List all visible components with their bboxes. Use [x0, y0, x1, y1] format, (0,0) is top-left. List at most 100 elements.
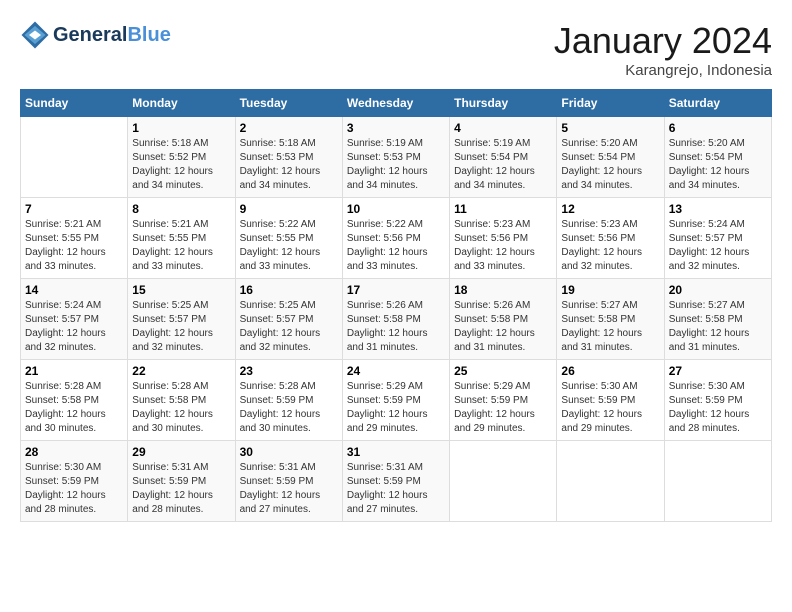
day-number: 11: [454, 202, 552, 216]
weekday-header-wednesday: Wednesday: [342, 90, 449, 117]
weekday-header-tuesday: Tuesday: [235, 90, 342, 117]
day-number: 28: [25, 445, 123, 459]
day-info: Sunrise: 5:28 AM Sunset: 5:59 PM Dayligh…: [240, 380, 338, 436]
day-number: 9: [240, 202, 338, 216]
day-cell: [21, 117, 128, 198]
day-number: 21: [25, 364, 123, 378]
day-number: 29: [132, 445, 230, 459]
title-block: January 2024 Karangrejo, Indonesia: [554, 20, 772, 79]
weekday-header-saturday: Saturday: [664, 90, 771, 117]
day-number: 25: [454, 364, 552, 378]
day-cell: 19 Sunrise: 5:27 AM Sunset: 5:58 PM Dayli…: [557, 279, 664, 360]
day-info: Sunrise: 5:20 AM Sunset: 5:54 PM Dayligh…: [669, 137, 767, 193]
calendar-table: SundayMondayTuesdayWednesdayThursdayFrid…: [20, 89, 772, 522]
day-number: 19: [561, 283, 659, 297]
day-cell: 3 Sunrise: 5:19 AM Sunset: 5:53 PM Daylig…: [342, 117, 449, 198]
day-cell: 28Sunrise: 5:30 AM Sunset: 5:59 PM Dayli…: [21, 441, 128, 522]
day-cell: 22Sunrise: 5:28 AM Sunset: 5:58 PM Dayli…: [128, 360, 235, 441]
day-info: Sunrise: 5:21 AM Sunset: 5:55 PM Dayligh…: [25, 218, 123, 274]
day-info: Sunrise: 5:25 AM Sunset: 5:57 PM Dayligh…: [132, 299, 230, 355]
day-number: 30: [240, 445, 338, 459]
day-cell: 8 Sunrise: 5:21 AM Sunset: 5:55 PM Daylig…: [128, 198, 235, 279]
weekday-header-friday: Friday: [557, 90, 664, 117]
day-number: 31: [347, 445, 445, 459]
day-number: 12: [561, 202, 659, 216]
day-number: 1: [132, 121, 230, 135]
day-info: Sunrise: 5:31 AM Sunset: 5:59 PM Dayligh…: [240, 461, 338, 517]
day-number: 4: [454, 121, 552, 135]
day-number: 8: [132, 202, 230, 216]
day-cell: 12 Sunrise: 5:23 AM Sunset: 5:56 PM Dayli…: [557, 198, 664, 279]
month-title: January 2024: [554, 20, 772, 62]
day-cell: [664, 441, 771, 522]
day-info: Sunrise: 5:29 AM Sunset: 5:59 PM Dayligh…: [347, 380, 445, 436]
day-cell: 10Sunrise: 5:22 AM Sunset: 5:56 PM Dayli…: [342, 198, 449, 279]
logo-general: General: [53, 24, 127, 46]
day-info: Sunrise: 5:31 AM Sunset: 5:59 PM Dayligh…: [347, 461, 445, 517]
day-cell: 2Sunrise: 5:18 AM Sunset: 5:53 PM Daylig…: [235, 117, 342, 198]
day-number: 14: [25, 283, 123, 297]
logo-icon: [20, 20, 50, 50]
day-cell: 25Sunrise: 5:29 AM Sunset: 5:59 PM Dayli…: [450, 360, 557, 441]
day-info: Sunrise: 5:28 AM Sunset: 5:58 PM Dayligh…: [25, 380, 123, 436]
day-info: Sunrise: 5:22 AM Sunset: 5:56 PM Dayligh…: [347, 218, 445, 274]
day-cell: 14 Sunrise: 5:24 AM Sunset: 5:57 PM Dayli…: [21, 279, 128, 360]
day-number: 17: [347, 283, 445, 297]
day-number: 6: [669, 121, 767, 135]
day-cell: 15Sunrise: 5:25 AM Sunset: 5:57 PM Dayli…: [128, 279, 235, 360]
day-cell: 23Sunrise: 5:28 AM Sunset: 5:59 PM Dayli…: [235, 360, 342, 441]
day-cell: [450, 441, 557, 522]
day-info: Sunrise: 5:18 AM Sunset: 5:53 PM Dayligh…: [240, 137, 338, 193]
day-cell: 16Sunrise: 5:25 AM Sunset: 5:57 PM Dayli…: [235, 279, 342, 360]
day-cell: 6 Sunrise: 5:20 AM Sunset: 5:54 PM Daylig…: [664, 117, 771, 198]
day-number: 5: [561, 121, 659, 135]
day-info: Sunrise: 5:27 AM Sunset: 5:58 PM Dayligh…: [669, 299, 767, 355]
day-cell: 18Sunrise: 5:26 AM Sunset: 5:58 PM Dayli…: [450, 279, 557, 360]
weekday-header-sunday: Sunday: [21, 90, 128, 117]
logo-blue: Blue: [127, 24, 170, 46]
day-number: 7: [25, 202, 123, 216]
week-row-4: 21 Sunrise: 5:28 AM Sunset: 5:58 PM Dayli…: [21, 360, 772, 441]
day-info: Sunrise: 5:30 AM Sunset: 5:59 PM Dayligh…: [669, 380, 767, 436]
day-info: Sunrise: 5:23 AM Sunset: 5:56 PM Dayligh…: [454, 218, 552, 274]
weekday-header-row: SundayMondayTuesdayWednesdayThursdayFrid…: [21, 90, 772, 117]
day-info: Sunrise: 5:31 AM Sunset: 5:59 PM Dayligh…: [132, 461, 230, 517]
day-number: 13: [669, 202, 767, 216]
day-cell: [557, 441, 664, 522]
day-cell: 5 Sunrise: 5:20 AM Sunset: 5:54 PM Daylig…: [557, 117, 664, 198]
logo: GeneralBlue: [20, 20, 171, 50]
weekday-header-monday: Monday: [128, 90, 235, 117]
day-cell: 31 Sunrise: 5:31 AM Sunset: 5:59 PM Dayli…: [342, 441, 449, 522]
day-cell: 7 Sunrise: 5:21 AM Sunset: 5:55 PM Daylig…: [21, 198, 128, 279]
day-cell: 4 Sunrise: 5:19 AM Sunset: 5:54 PM Daylig…: [450, 117, 557, 198]
day-info: Sunrise: 5:23 AM Sunset: 5:56 PM Dayligh…: [561, 218, 659, 274]
day-info: Sunrise: 5:26 AM Sunset: 5:58 PM Dayligh…: [347, 299, 445, 355]
day-number: 20: [669, 283, 767, 297]
day-number: 3: [347, 121, 445, 135]
day-info: Sunrise: 5:20 AM Sunset: 5:54 PM Dayligh…: [561, 137, 659, 193]
day-info: Sunrise: 5:27 AM Sunset: 5:58 PM Dayligh…: [561, 299, 659, 355]
day-cell: 17 Sunrise: 5:26 AM Sunset: 5:58 PM Dayli…: [342, 279, 449, 360]
weekday-header-thursday: Thursday: [450, 90, 557, 117]
day-info: Sunrise: 5:21 AM Sunset: 5:55 PM Dayligh…: [132, 218, 230, 274]
day-cell: 24 Sunrise: 5:29 AM Sunset: 5:59 PM Dayli…: [342, 360, 449, 441]
day-info: Sunrise: 5:24 AM Sunset: 5:57 PM Dayligh…: [25, 299, 123, 355]
page-header: GeneralBlue January 2024 Karangrejo, Ind…: [20, 20, 772, 79]
day-cell: 20 Sunrise: 5:27 AM Sunset: 5:58 PM Dayli…: [664, 279, 771, 360]
day-cell: 9Sunrise: 5:22 AM Sunset: 5:55 PM Daylig…: [235, 198, 342, 279]
day-cell: 26 Sunrise: 5:30 AM Sunset: 5:59 PM Dayli…: [557, 360, 664, 441]
day-info: Sunrise: 5:24 AM Sunset: 5:57 PM Dayligh…: [669, 218, 767, 274]
day-number: 24: [347, 364, 445, 378]
day-cell: 1Sunrise: 5:18 AM Sunset: 5:52 PM Daylig…: [128, 117, 235, 198]
day-cell: 13 Sunrise: 5:24 AM Sunset: 5:57 PM Dayli…: [664, 198, 771, 279]
day-info: Sunrise: 5:19 AM Sunset: 5:54 PM Dayligh…: [454, 137, 552, 193]
logo-text-block: GeneralBlue: [53, 24, 171, 46]
day-number: 26: [561, 364, 659, 378]
week-row-1: 1Sunrise: 5:18 AM Sunset: 5:52 PM Daylig…: [21, 117, 772, 198]
day-info: Sunrise: 5:28 AM Sunset: 5:58 PM Dayligh…: [132, 380, 230, 436]
day-number: 18: [454, 283, 552, 297]
day-info: Sunrise: 5:19 AM Sunset: 5:53 PM Dayligh…: [347, 137, 445, 193]
day-cell: 21 Sunrise: 5:28 AM Sunset: 5:58 PM Dayli…: [21, 360, 128, 441]
day-info: Sunrise: 5:30 AM Sunset: 5:59 PM Dayligh…: [561, 380, 659, 436]
day-cell: 29 Sunrise: 5:31 AM Sunset: 5:59 PM Dayli…: [128, 441, 235, 522]
